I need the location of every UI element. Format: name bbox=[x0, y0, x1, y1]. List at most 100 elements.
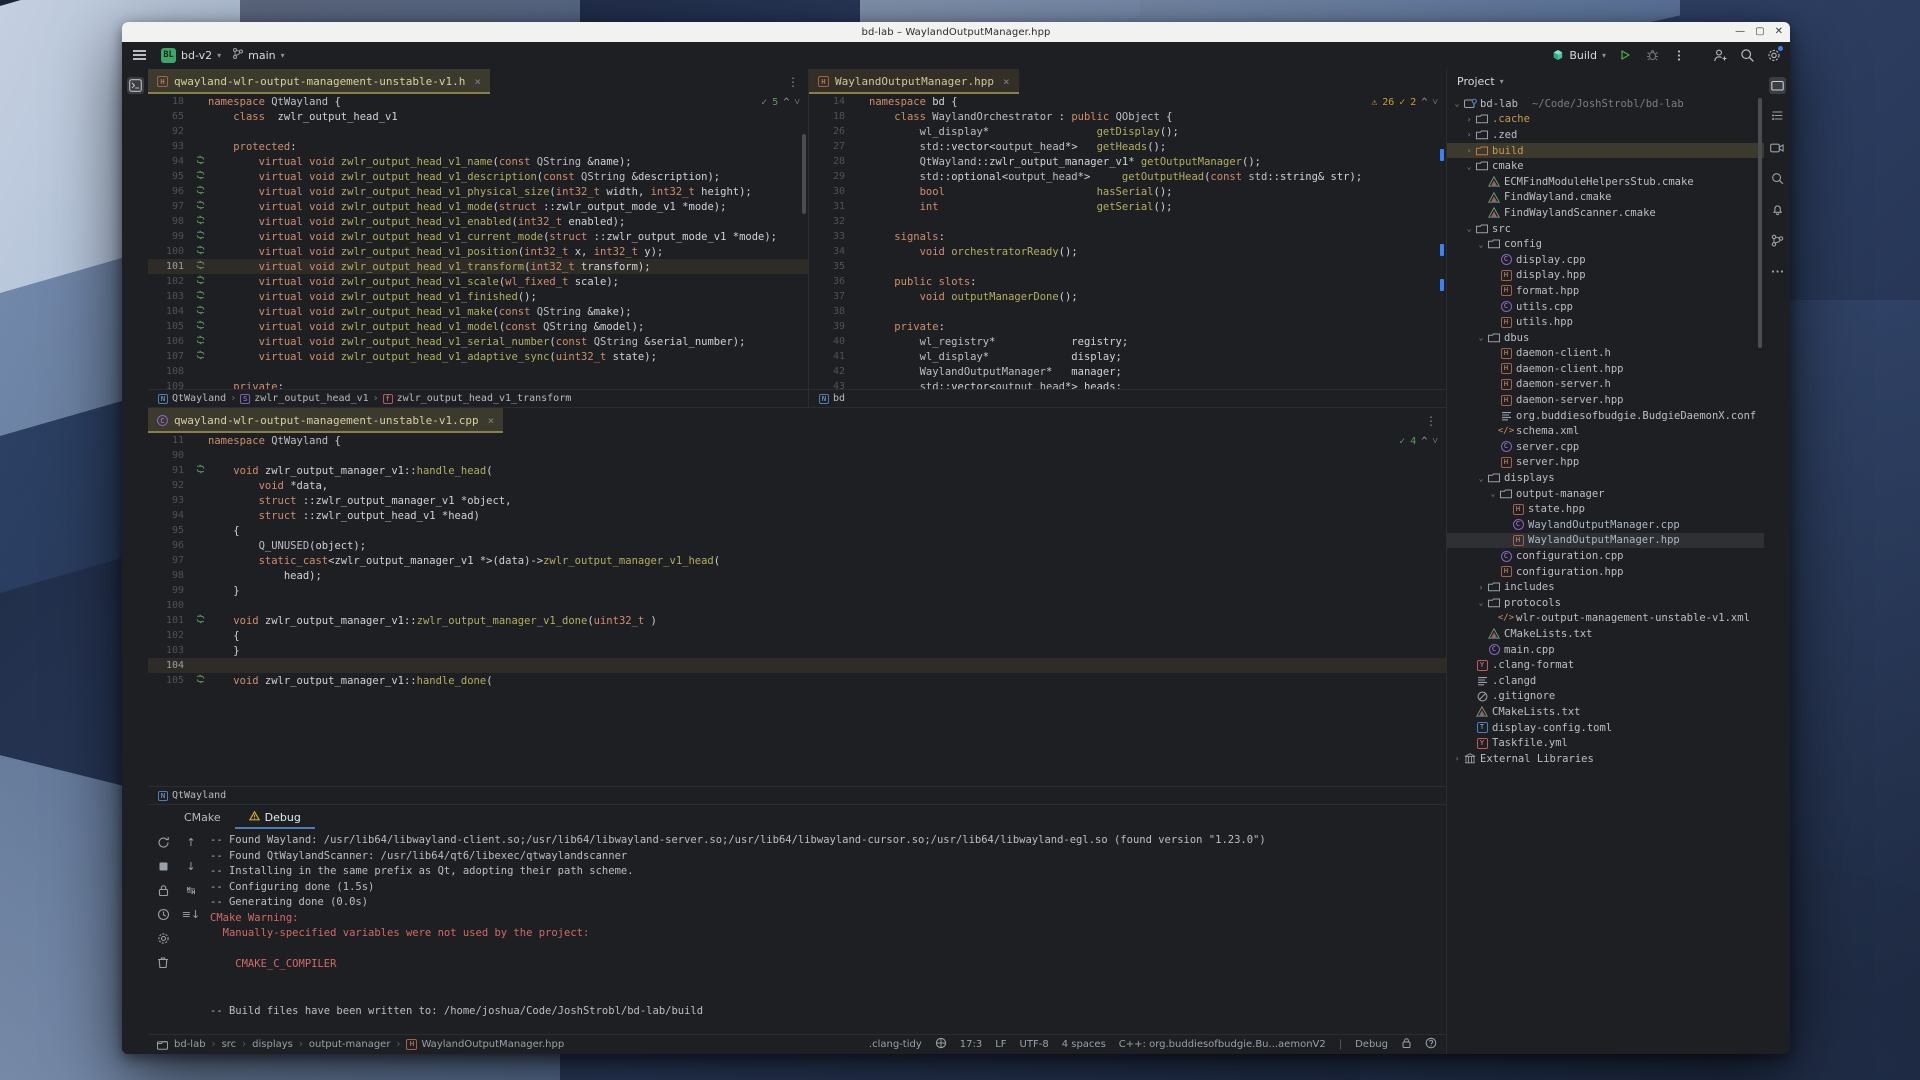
tree-node-utils-cpp[interactable]: Cutils.cpp bbox=[1447, 299, 1764, 315]
tree-node-display-hpp[interactable]: Hdisplay.hpp bbox=[1447, 268, 1764, 284]
status-encoding[interactable]: UTF-8 bbox=[1020, 1039, 1049, 1050]
search-icon[interactable] bbox=[1769, 170, 1786, 187]
tree-node--clangd[interactable]: .clangd bbox=[1447, 673, 1764, 689]
project-icon[interactable] bbox=[1769, 77, 1786, 94]
gutter-marker[interactable] bbox=[192, 170, 208, 183]
tree-node-utils-hpp[interactable]: Hutils.hpp bbox=[1447, 314, 1764, 330]
version-control-icon[interactable] bbox=[1769, 232, 1786, 249]
gutter-marker[interactable] bbox=[192, 275, 208, 288]
gutter-marker[interactable] bbox=[192, 305, 208, 318]
tree-node-cmake[interactable]: ⌄cmake bbox=[1447, 158, 1764, 174]
close-button[interactable]: ✕ bbox=[1775, 27, 1783, 37]
status-indent[interactable]: 4 spaces bbox=[1062, 1039, 1106, 1050]
clock-icon[interactable] bbox=[156, 907, 171, 922]
breadcrumb-item[interactable]: NQtWayland bbox=[158, 790, 226, 801]
inspection-next-icon[interactable]: ˅ bbox=[794, 97, 800, 108]
tree-node-includes[interactable]: ›includes bbox=[1447, 579, 1764, 595]
gutter-marker[interactable] bbox=[192, 155, 208, 168]
tree-node-bd-lab[interactable]: ⌄bd-lab~/Code/JoshStrobl/bd-lab bbox=[1447, 96, 1764, 112]
tree-expander-icon[interactable]: ⌄ bbox=[1463, 162, 1475, 171]
tree-node-configuration-cpp[interactable]: Cconfiguration.cpp bbox=[1447, 548, 1764, 564]
tree-node-dbus[interactable]: ⌄dbus bbox=[1447, 330, 1764, 346]
tree-node-state-hpp[interactable]: Hstate.hpp bbox=[1447, 501, 1764, 517]
rerun-icon[interactable] bbox=[156, 835, 171, 850]
scroll-down-icon[interactable]: ↓ bbox=[184, 859, 199, 874]
search-icon[interactable] bbox=[1739, 47, 1755, 63]
tree-expander-icon[interactable]: › bbox=[1451, 754, 1463, 763]
code-area-bottom[interactable]: ✓ 4 ^ ˅ 11namespace QtWayland {9091 void… bbox=[148, 433, 1446, 786]
code-area-left[interactable]: ✓ 5 ^ ˅ 18namespace QtWayland {65 class … bbox=[148, 94, 808, 389]
tree-node-src[interactable]: ⌄src bbox=[1447, 221, 1764, 237]
inspection-next-icon[interactable]: ˅ bbox=[1432, 97, 1438, 108]
more-tools-icon[interactable] bbox=[1769, 263, 1786, 280]
tree-node-waylandoutputmanager-cpp[interactable]: CWaylandOutputManager.cpp bbox=[1447, 517, 1764, 533]
maximize-button[interactable]: ▢ bbox=[1755, 27, 1764, 37]
editor-tab-options-icon[interactable]: ⋮ bbox=[1416, 408, 1446, 433]
tree-node-output-manager[interactable]: ⌄output-manager bbox=[1447, 486, 1764, 502]
run-configuration-selector[interactable]: Build ▾ bbox=[1552, 49, 1606, 62]
status-inspector[interactable]: .clang-tidy bbox=[869, 1039, 922, 1050]
tree-node-config[interactable]: ⌄config bbox=[1447, 236, 1764, 252]
branch-selector[interactable]: main ▾ bbox=[233, 48, 285, 62]
status-caret-position[interactable]: 17:3 bbox=[960, 1039, 982, 1050]
breadcrumb-item[interactable]: Szwlr_output_head_v1 bbox=[240, 393, 368, 404]
scroll-to-end-icon[interactable]: ≡↓ bbox=[184, 907, 199, 922]
inspection-prev-icon[interactable]: ^ bbox=[783, 97, 789, 108]
tree-expander-icon[interactable]: › bbox=[1463, 115, 1475, 124]
gutter-marker[interactable] bbox=[192, 260, 208, 273]
tree-node-display-cpp[interactable]: Cdisplay.cpp bbox=[1447, 252, 1764, 268]
tree-node-taskfile-yml[interactable]: YTaskfile.yml bbox=[1447, 735, 1764, 751]
editor-tab-options-icon[interactable]: ⋮ bbox=[778, 69, 808, 94]
run-button[interactable] bbox=[1617, 47, 1633, 63]
tool-window-tab-debug[interactable]: Debug bbox=[235, 805, 315, 829]
editor-tab-qwayland-h[interactable]: H qwayland-wlr-output-management-unstabl… bbox=[148, 69, 490, 94]
tree-node-configuration-hpp[interactable]: Hconfiguration.hpp bbox=[1447, 564, 1764, 580]
gutter-marker[interactable] bbox=[192, 320, 208, 333]
camera-icon[interactable] bbox=[1769, 139, 1786, 156]
status-line-ending[interactable]: LF bbox=[995, 1039, 1006, 1050]
tree-node-build[interactable]: ›build bbox=[1447, 143, 1764, 159]
code-area-right[interactable]: ⚠ 26 ✓ 2 ^ ˅ 14namespace bd {18 class Wa… bbox=[809, 94, 1446, 389]
hamburger-menu-icon[interactable] bbox=[130, 47, 149, 63]
status-breadcrumb-item[interactable]: src bbox=[222, 1039, 237, 1050]
breadcrumb-item[interactable]: NQtWayland bbox=[158, 393, 226, 404]
tree-expander-icon[interactable]: ⌄ bbox=[1475, 598, 1487, 607]
status-breadcrumb-item[interactable]: bd-lab bbox=[174, 1039, 206, 1050]
tree-expander-icon[interactable]: › bbox=[1475, 583, 1487, 592]
lock-icon[interactable] bbox=[1401, 1037, 1412, 1052]
tree-node-daemon-server-hpp[interactable]: Hdaemon-server.hpp bbox=[1447, 392, 1764, 408]
gutter-marker[interactable] bbox=[192, 614, 208, 627]
gutter-marker[interactable] bbox=[192, 290, 208, 303]
tree-node-daemon-client-h[interactable]: Hdaemon-client.h bbox=[1447, 346, 1764, 362]
inspection-prev-icon[interactable]: ^ bbox=[1421, 97, 1427, 108]
tree-node-schema-xml[interactable]: </>schema.xml bbox=[1447, 423, 1764, 439]
gutter-marker[interactable] bbox=[192, 230, 208, 243]
tree-node-format-hpp[interactable]: Hformat.hpp bbox=[1447, 283, 1764, 299]
trash-icon[interactable] bbox=[156, 955, 171, 970]
chevron-down-icon[interactable]: ▾ bbox=[1500, 77, 1504, 86]
close-icon[interactable]: × bbox=[1003, 75, 1010, 88]
inspection-next-icon[interactable]: ˅ bbox=[1432, 436, 1438, 447]
bell-icon[interactable] bbox=[1769, 201, 1786, 218]
gutter-marker[interactable] bbox=[192, 200, 208, 213]
tree-expander-icon[interactable]: ⌄ bbox=[1475, 474, 1487, 483]
tree-node--cache[interactable]: ›.cache bbox=[1447, 112, 1764, 128]
breadcrumb-item[interactable]: fzwlr_output_head_v1_transform bbox=[383, 393, 572, 404]
tree-node-findwayland-cmake[interactable]: FindWayland.cmake bbox=[1447, 190, 1764, 206]
tree-node-cmakelists-txt[interactable]: CMakeLists.txt bbox=[1447, 704, 1764, 720]
breadcrumb-item[interactable]: Nbd bbox=[819, 393, 845, 404]
tree-node-main-cpp[interactable]: Cmain.cpp bbox=[1447, 642, 1764, 658]
gutter-marker[interactable] bbox=[192, 350, 208, 363]
tool-window-tab-cmake[interactable]: CMake bbox=[170, 805, 235, 829]
inspection-widget-right[interactable]: ⚠ 26 ✓ 2 ^ ˅ bbox=[1371, 97, 1438, 108]
gutter-marker[interactable] bbox=[192, 185, 208, 198]
tree-node--clang-format[interactable]: Y.clang-format bbox=[1447, 657, 1764, 673]
tree-expander-icon[interactable]: › bbox=[1463, 146, 1475, 155]
soft-wrap-icon[interactable]: ↹ bbox=[184, 883, 199, 898]
debug-button[interactable] bbox=[1644, 47, 1660, 63]
minimize-button[interactable]: — bbox=[1735, 27, 1745, 37]
status-breadcrumb[interactable]: bd-lab›src›displays›output-manager›HWayl… bbox=[174, 1039, 564, 1050]
project-panel-header[interactable]: Project ▾ bbox=[1447, 69, 1764, 94]
tree-expander-icon[interactable]: ⌄ bbox=[1487, 489, 1499, 498]
build-output-log[interactable]: -- Found Wayland: /usr/lib64/libwayland-… bbox=[204, 829, 1446, 1034]
